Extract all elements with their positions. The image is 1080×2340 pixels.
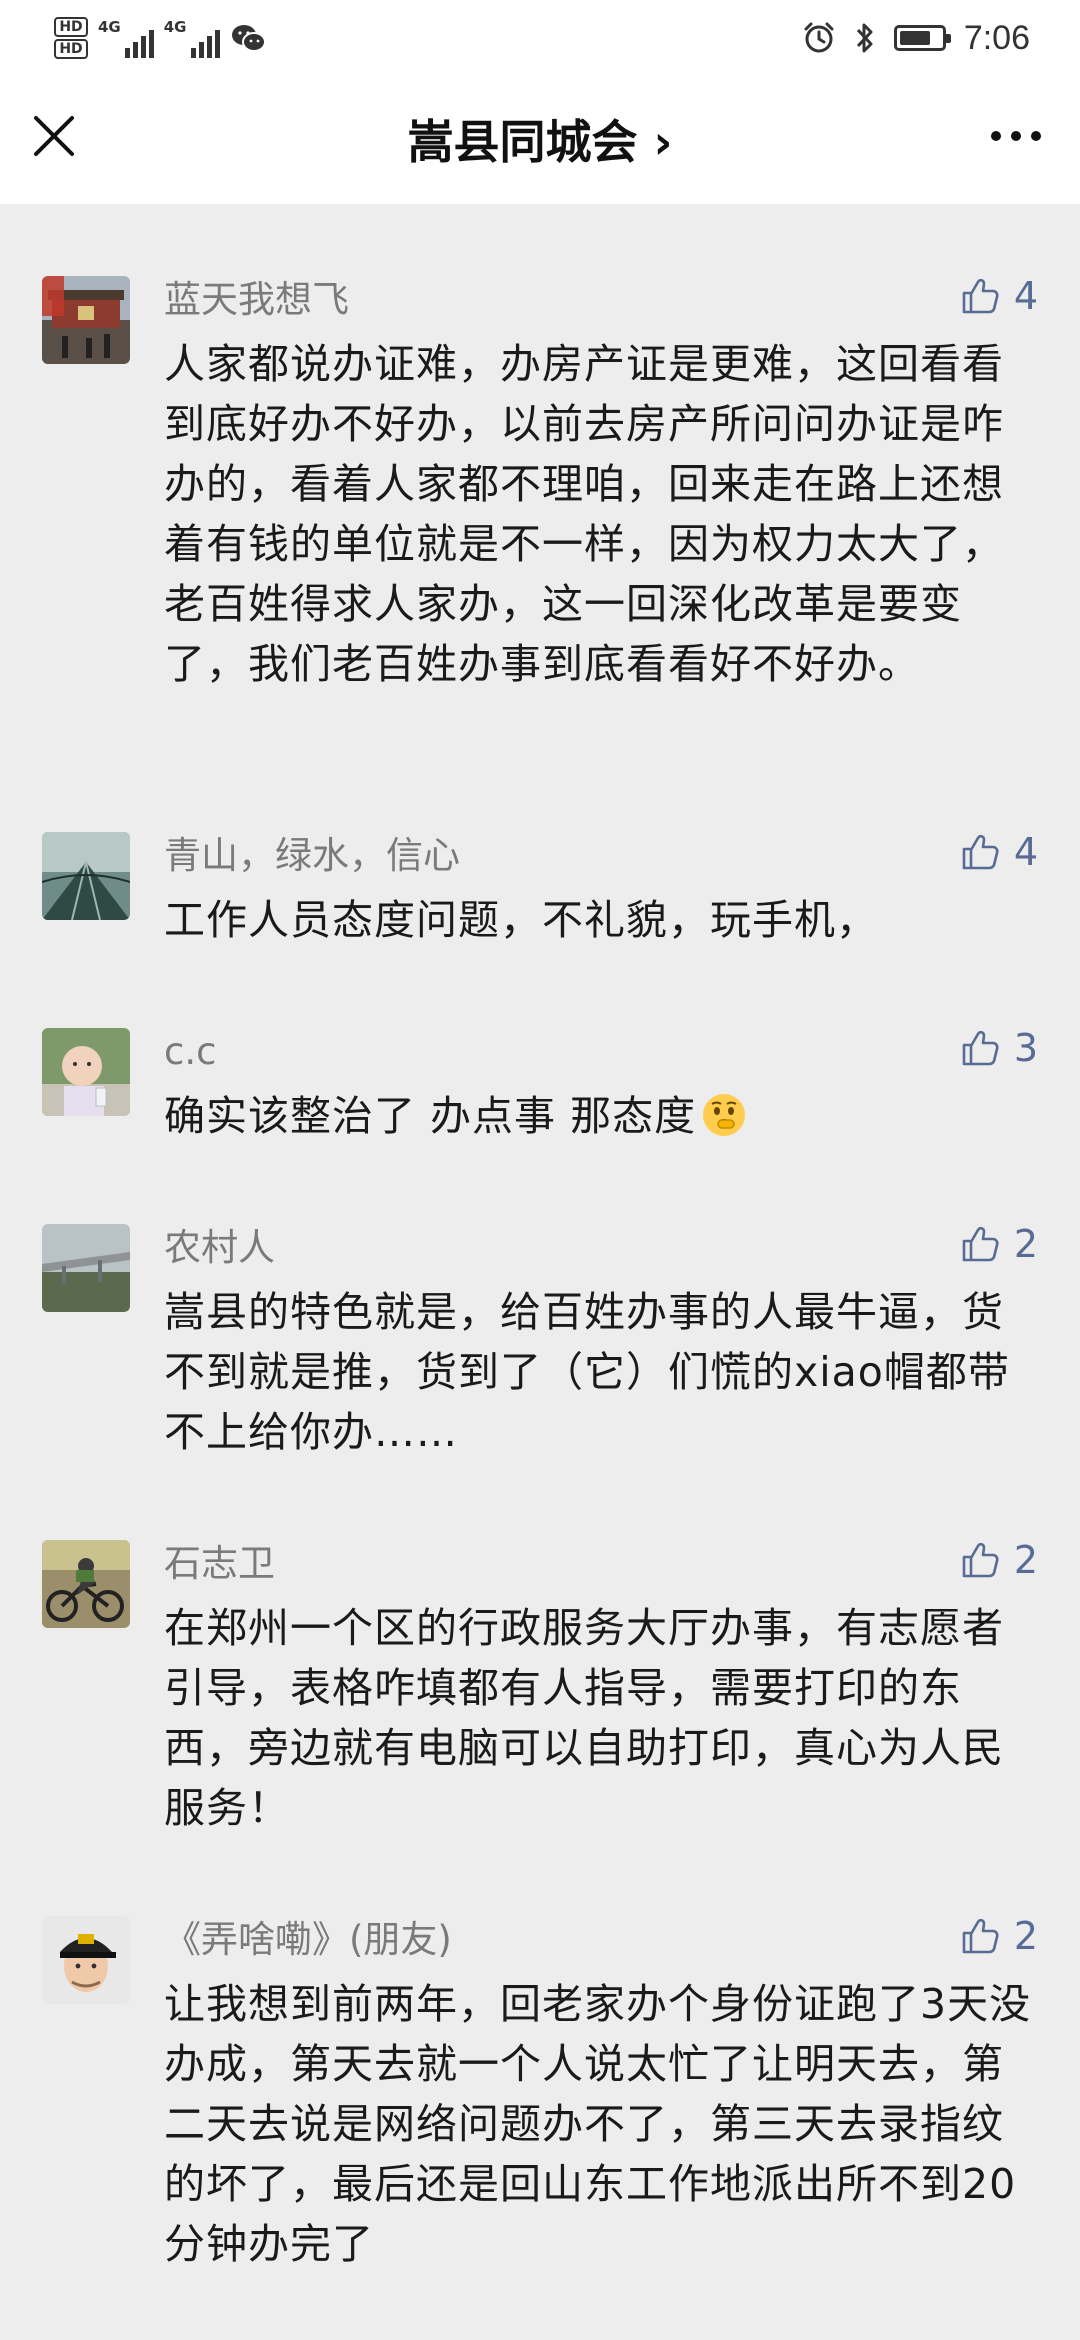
avatar[interactable]	[42, 1916, 130, 2004]
like-count: 3	[1013, 1026, 1038, 1070]
signal-1: 4G	[98, 18, 154, 58]
network-type-1: 4G	[98, 18, 121, 36]
comment-text: 在郑州一个区的行政服务大厅办事，有志愿者引导，表格咋填都有人指导，需要打印的东西…	[164, 1604, 1004, 1832]
thumbs-up-icon	[962, 834, 999, 870]
clock-time: 7:06	[963, 18, 1030, 57]
close-button[interactable]	[26, 108, 82, 164]
thumbs-up-icon	[962, 1030, 999, 1066]
like-count: 4	[1013, 830, 1038, 874]
avatar-cyclist-image	[42, 1540, 130, 1628]
signal-2: 4G	[164, 18, 220, 58]
page-title[interactable]: 嵩县同城会 ›	[240, 106, 840, 172]
like-count: 2	[1013, 1222, 1038, 1266]
hd-badge-1: HD	[54, 17, 88, 37]
avatar-gate-image	[42, 276, 130, 364]
battery-icon	[893, 25, 951, 51]
signal-bars-1-icon	[124, 28, 154, 58]
avatar[interactable]	[42, 1224, 130, 1312]
avatar[interactable]	[42, 1028, 130, 1116]
nav-bar: 嵩县同城会 ›	[0, 72, 1080, 204]
comment-text: 工作人员态度问题，不礼貌，玩手机，	[164, 896, 878, 944]
bluetooth-icon	[856, 23, 873, 53]
comment-text: 让我想到前两年，回老家办个身份证跑了3天没办成，第天去就一个人说太忙了让明天去，…	[164, 1980, 1032, 2268]
commenter-name[interactable]: c.c	[164, 1030, 216, 1074]
commenter-name[interactable]: 农村人	[164, 1226, 275, 1270]
comment-text: 人家都说办证难，办房产证是更难，这回看看到底好办不好办，以前去房产所问问办证是咋…	[164, 340, 1004, 688]
like-count: 2	[1013, 1914, 1038, 1958]
avatar[interactable]	[42, 832, 130, 920]
thumbs-up-icon	[962, 1918, 999, 1954]
more-button[interactable]	[986, 118, 1046, 154]
commenter-name[interactable]: 蓝天我想飞	[164, 278, 349, 322]
commenter-name[interactable]: 青山，绿水，信心	[164, 834, 460, 878]
commenter-name[interactable]: 石志卫	[164, 1542, 275, 1586]
hd-badge-2: HD	[54, 39, 88, 59]
thumbs-up-icon	[962, 278, 999, 314]
shushing-face-emoji	[703, 1094, 746, 1136]
avatar-baby-image	[42, 1028, 130, 1116]
avatar-bridge-image	[42, 832, 130, 920]
like-button[interactable]: 4	[960, 830, 1038, 874]
signal-bars-2-icon	[190, 28, 220, 58]
like-button[interactable]: 3	[960, 1026, 1038, 1070]
wechat-icon	[231, 25, 266, 52]
thumbs-up-icon	[962, 1542, 999, 1578]
like-button[interactable]: 2	[960, 1222, 1038, 1266]
like-count: 4	[1013, 274, 1038, 318]
comment-text-content: 确实该整治了 办点事 那态度	[164, 1092, 697, 1140]
like-button[interactable]: 2	[960, 1538, 1038, 1582]
like-count: 2	[1013, 1538, 1038, 1582]
battery-level	[899, 31, 930, 45]
avatar[interactable]	[42, 276, 130, 364]
status-bar: HD HD 4G 4G 7:06	[0, 0, 1080, 72]
hd-indicators: HD HD	[54, 17, 88, 59]
network-type-2: 4G	[163, 18, 187, 36]
more-dots-icon	[991, 131, 1041, 141]
commenter-name[interactable]: 《弄啥嘞》(朋友)	[164, 1918, 452, 1962]
avatar-cap-man-image	[42, 1916, 130, 2004]
avatar[interactable]	[42, 1540, 130, 1628]
like-button[interactable]: 4	[960, 274, 1038, 318]
top-bar: HD HD 4G 4G 7:06 嵩县同城会 ›	[0, 0, 1080, 204]
comment-text: 嵩县的特色就是，给百姓办事的人最牛逼，货不到就是推，货到了（它）们慌的xiao帽…	[164, 1288, 1010, 1456]
thumbs-up-icon	[962, 1226, 999, 1262]
status-right: 7:06	[802, 14, 1030, 62]
avatar-overpass-image	[42, 1224, 130, 1312]
status-left: HD HD 4G 4G	[54, 14, 266, 62]
like-button[interactable]: 2	[960, 1914, 1038, 1958]
close-icon	[34, 116, 74, 156]
comment-text: 确实该整治了 办点事 那态度	[164, 1086, 1044, 1146]
alarm-icon	[804, 22, 834, 53]
